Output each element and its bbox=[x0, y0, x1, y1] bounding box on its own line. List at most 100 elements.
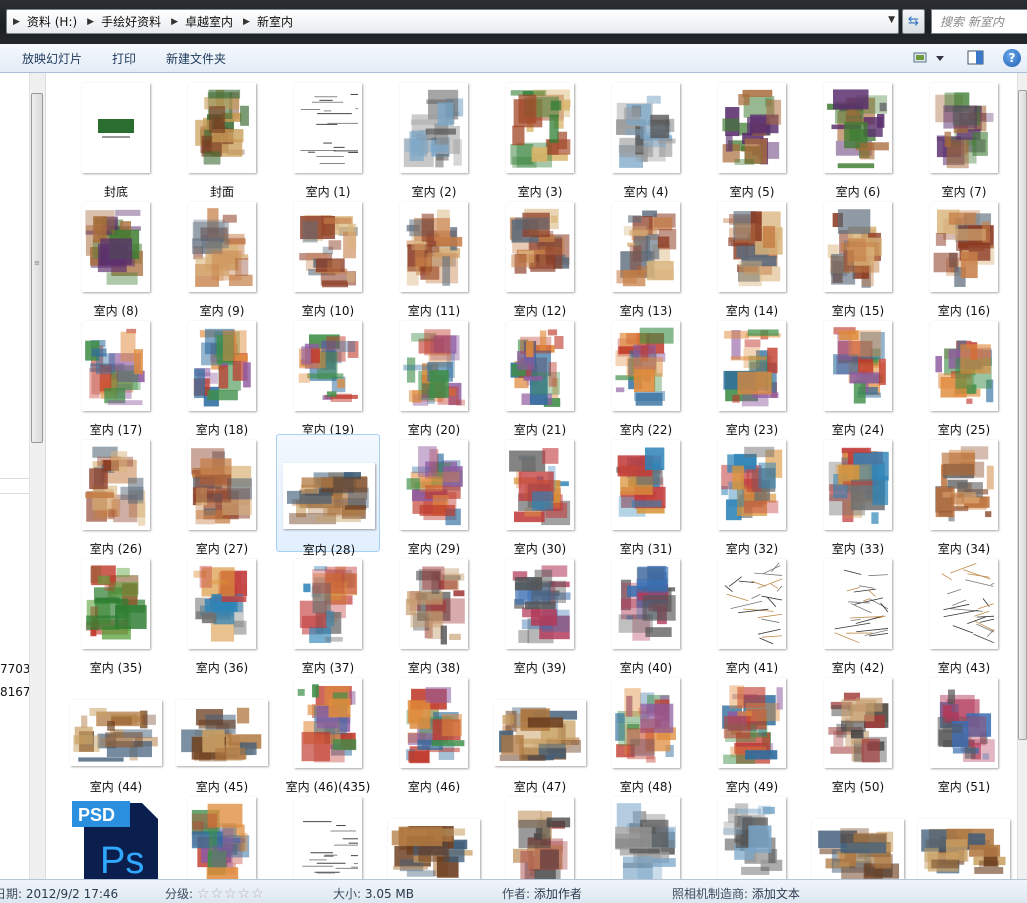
breadcrumb-item-folder2[interactable]: ▶ 卓越室内 bbox=[165, 10, 237, 33]
file-item[interactable]: 室内 (23) bbox=[700, 315, 804, 437]
file-item[interactable]: 室内 (40) bbox=[594, 553, 698, 675]
breadcrumb-item-folder3[interactable]: ▶ 新室内 bbox=[237, 10, 297, 33]
file-item[interactable]: 室内 (47) bbox=[488, 672, 592, 794]
file-item[interactable]: 室内 (17) bbox=[64, 315, 168, 437]
file-item[interactable]: 室内 (29) bbox=[382, 434, 486, 556]
file-item[interactable]: 室内 (33) bbox=[806, 434, 910, 556]
breadcrumb-item-drive[interactable]: ▶ 资料 (H:) bbox=[7, 10, 81, 33]
file-item[interactable]: 室内 (46)(435) bbox=[276, 672, 380, 794]
file-item[interactable] bbox=[594, 791, 698, 879]
file-item[interactable] bbox=[170, 791, 274, 879]
view-dropdown-icon[interactable] bbox=[934, 50, 946, 66]
file-item[interactable]: 室内 (21) bbox=[488, 315, 592, 437]
nav-item-number[interactable]: 7703 bbox=[0, 662, 31, 676]
file-item[interactable]: 室内 (14) bbox=[700, 196, 804, 318]
file-thumbnail bbox=[918, 819, 1010, 879]
file-item[interactable]: 室内 (16) bbox=[912, 196, 1016, 318]
author-field[interactable]: 作者: 添加作者 bbox=[502, 885, 582, 902]
breadcrumb[interactable]: ▶ 资料 (H:) ▶ 手绘好资料 ▶ 卓越室内 ▶ 新室内 ▼ bbox=[6, 9, 899, 34]
file-item[interactable]: 室内 (12) bbox=[488, 196, 592, 318]
file-item[interactable] bbox=[912, 791, 1016, 879]
file-item[interactable]: 室内 (18) bbox=[170, 315, 274, 437]
file-thumbnail bbox=[824, 83, 892, 173]
preview-pane-icon[interactable] bbox=[967, 50, 985, 66]
slideshow-button[interactable]: 放映幻灯片 bbox=[22, 50, 82, 67]
refresh-button[interactable]: ⇆ bbox=[902, 9, 925, 34]
file-item[interactable]: 室内 (5) bbox=[700, 77, 804, 199]
file-item[interactable]: 室内 (30) bbox=[488, 434, 592, 556]
file-grid[interactable]: 封底 封面 室内 (1) 室内 (2) 室内 (3) 室内 (4) 室内 (5) 室内 (6)… bbox=[47, 73, 1017, 879]
file-item[interactable]: 室内 (22) bbox=[594, 315, 698, 437]
chevron-right-icon: ▶ bbox=[171, 16, 179, 27]
camera-maker-field[interactable]: 照相机制造商: 添加文本 bbox=[672, 885, 800, 902]
help-button[interactable]: ? bbox=[1003, 49, 1021, 67]
file-item[interactable] bbox=[276, 791, 380, 879]
file-thumbnail: PSD Ps bbox=[70, 797, 162, 879]
file-item[interactable]: 室内 (3) bbox=[488, 77, 592, 199]
nav-scrollbar-thumb[interactable] bbox=[31, 93, 43, 443]
thumbnail-image bbox=[181, 707, 262, 762]
view-options-icon[interactable] bbox=[913, 50, 931, 66]
file-item[interactable]: 室内 (8) bbox=[64, 196, 168, 318]
file-item[interactable]: 室内 (42) bbox=[806, 553, 910, 675]
file-item[interactable] bbox=[382, 791, 486, 879]
file-item[interactable]: 室内 (38) bbox=[382, 553, 486, 675]
new-folder-button[interactable]: 新建文件夹 bbox=[166, 50, 226, 67]
file-item[interactable]: 室内 (32) bbox=[700, 434, 804, 556]
file-item[interactable]: 室内 (13) bbox=[594, 196, 698, 318]
file-item[interactable]: 室内 (27) bbox=[170, 434, 274, 556]
file-item[interactable]: 室内 (46) bbox=[382, 672, 486, 794]
file-item[interactable]: 室内 (49) bbox=[700, 672, 804, 794]
file-item[interactable]: 室内 (4) bbox=[594, 77, 698, 199]
file-item[interactable]: 室内 (26) bbox=[64, 434, 168, 556]
file-item[interactable]: 室内 (25) bbox=[912, 315, 1016, 437]
file-item[interactable]: 室内 (19) bbox=[276, 315, 380, 437]
file-item[interactable]: 室内 (6) bbox=[806, 77, 910, 199]
file-item[interactable]: 室内 (20) bbox=[382, 315, 486, 437]
file-item[interactable] bbox=[806, 791, 910, 879]
breadcrumb-item-folder1[interactable]: ▶ 手绘好资料 bbox=[81, 10, 165, 33]
file-item[interactable]: 室内 (50) bbox=[806, 672, 910, 794]
file-item[interactable]: 室内 (39) bbox=[488, 553, 592, 675]
thumbnail-image bbox=[85, 209, 144, 285]
file-item[interactable]: 室内 (37) bbox=[276, 553, 380, 675]
rating-field[interactable]: 分级: ☆☆☆☆☆ bbox=[165, 885, 265, 902]
date-field: 日期: 2012/9/2 17:46 bbox=[0, 887, 119, 901]
star-rating-icon[interactable]: ☆☆☆☆☆ bbox=[197, 886, 265, 902]
file-item[interactable]: 室内 (36) bbox=[170, 553, 274, 675]
file-item[interactable]: PSD Ps bbox=[64, 791, 168, 879]
thumbnail-image bbox=[615, 327, 674, 406]
file-item[interactable]: 封面 bbox=[170, 77, 274, 199]
nav-item-number[interactable]: 8167 bbox=[0, 685, 31, 699]
file-item[interactable]: 室内 (31) bbox=[594, 434, 698, 556]
file-item[interactable]: 封底 bbox=[64, 77, 168, 199]
thumbnail-image bbox=[510, 89, 571, 168]
thumbnail-image bbox=[510, 329, 564, 407]
file-item[interactable]: 室内 (51) bbox=[912, 672, 1016, 794]
file-item[interactable]: 室内 (7) bbox=[912, 77, 1016, 199]
file-item[interactable]: 室内 (34) bbox=[912, 434, 1016, 556]
file-item[interactable]: 室内 (24) bbox=[806, 315, 910, 437]
file-item[interactable] bbox=[700, 791, 804, 879]
file-item[interactable]: 室内 (2) bbox=[382, 77, 486, 199]
file-item[interactable]: 室内 (10) bbox=[276, 196, 380, 318]
content-scrollbar-thumb[interactable] bbox=[1018, 90, 1027, 740]
file-item[interactable]: 室内 (1) bbox=[276, 77, 380, 199]
file-thumbnail bbox=[188, 83, 256, 173]
file-item[interactable]: 室内 (43) bbox=[912, 553, 1016, 675]
print-button[interactable]: 打印 bbox=[112, 50, 136, 67]
file-item[interactable]: 室内 (45) bbox=[170, 672, 274, 794]
thumbnail-image bbox=[405, 566, 465, 645]
file-item[interactable]: 室内 (9) bbox=[170, 196, 274, 318]
file-item[interactable]: 室内 (41) bbox=[700, 553, 804, 675]
chevron-down-icon[interactable]: ▼ bbox=[888, 15, 895, 25]
file-item[interactable]: 室内 (11) bbox=[382, 196, 486, 318]
file-item[interactable] bbox=[488, 791, 592, 879]
file-item[interactable]: 室内 (48) bbox=[594, 672, 698, 794]
search-input[interactable] bbox=[931, 9, 1027, 34]
file-item[interactable]: 室内 (35) bbox=[64, 553, 168, 675]
file-item[interactable]: 室内 (15) bbox=[806, 196, 910, 318]
navigation-pane[interactable]: 7703 8167 ≡ bbox=[0, 73, 46, 879]
file-item[interactable]: 室内 (44) bbox=[64, 672, 168, 794]
file-item[interactable]: 室内 (28) bbox=[276, 434, 380, 557]
